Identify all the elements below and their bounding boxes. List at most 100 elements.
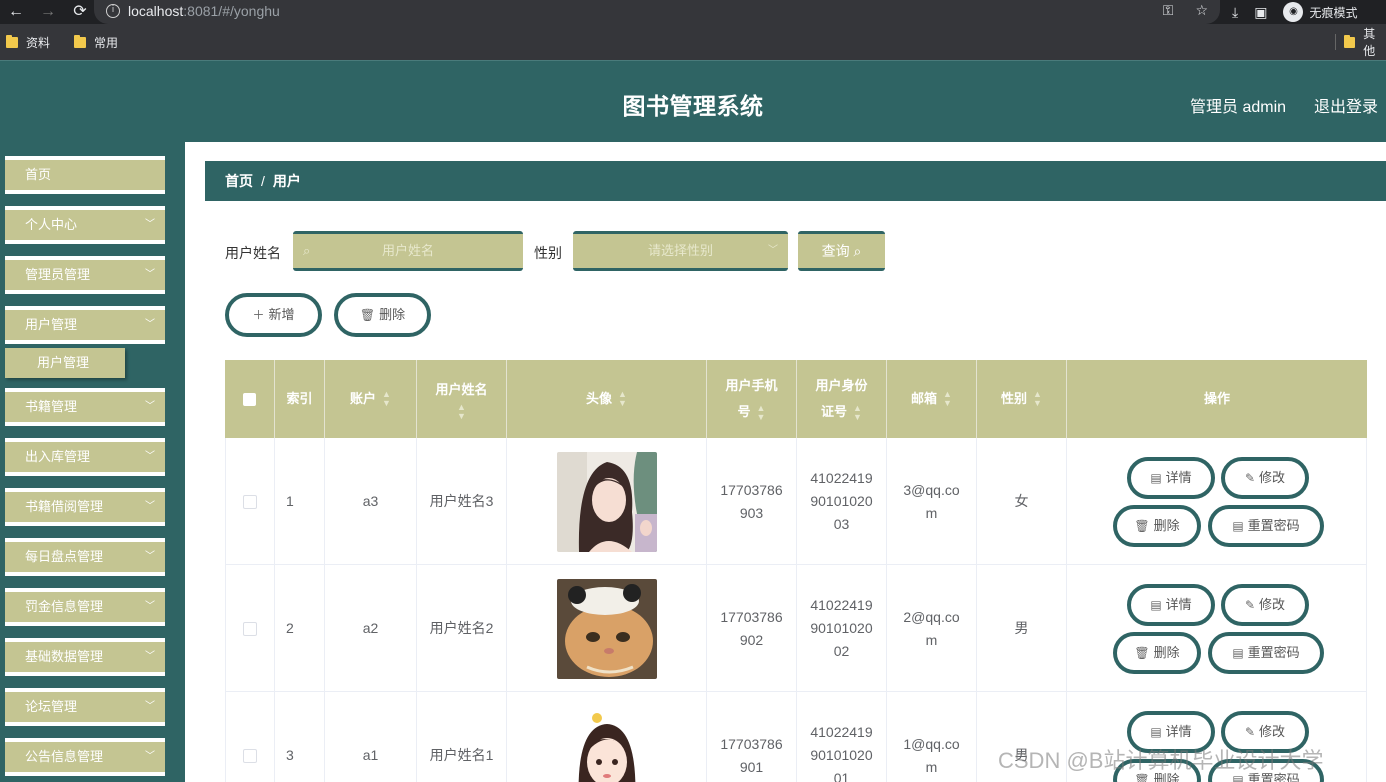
pencil-icon: ✎ <box>1244 598 1256 612</box>
sidebar-item-borrow[interactable]: 书籍借阅管理 ﹀ <box>5 488 165 526</box>
browser-toolbar: ← → ⟳ i localhost :8081/#/yonghu ⚿ ☆ ⤓ ▣… <box>0 0 1386 24</box>
sidebar-item-basedata[interactable]: 基础数据管理 ﹀ <box>5 638 165 676</box>
cell-avatar <box>507 692 707 782</box>
cell-name: 用户姓名1 <box>417 692 507 782</box>
avatar-image <box>556 451 657 552</box>
sort-icon[interactable]: ▲ ▼ <box>853 403 862 422</box>
chevron-down-icon: ﹀ <box>145 401 155 412</box>
breadcrumb-current: 用户 <box>272 173 301 189</box>
other-bookmarks[interactable]: 其他 <box>1335 24 1386 60</box>
sidebar-item-home[interactable]: 首页 <box>5 156 165 194</box>
cell-gender: 男 <box>977 565 1067 692</box>
site-info-icon[interactable]: i <box>106 4 120 18</box>
col-phone[interactable]: 用户手机号 ▲ ▼ <box>707 360 797 438</box>
row-checkbox-cell <box>225 438 275 565</box>
table-header: 索引 账户 ▲ ▼ 用户姓名 ▲ ▼ 头像 ▲ ▼ 用户手机号 ▲ ▼ 用户身份证号 ▲ ▼ 邮箱 ▲… <box>225 360 1367 438</box>
folder-icon <box>74 34 87 48</box>
sort-icon[interactable]: ▲ ▼ <box>382 390 391 408</box>
sidebar-item-users[interactable]: 用户管理 ﹀ <box>5 306 165 344</box>
logout-link[interactable]: 退出登录 <box>1314 93 1378 117</box>
cell-avatar <box>507 565 707 692</box>
url-path: :8081/#/yonghu <box>183 3 280 19</box>
query-button[interactable]: 查询 ⌕ <box>798 231 885 271</box>
batch-delete-button[interactable]: 🗑 删除 <box>334 293 431 337</box>
edit-button[interactable]: ✎ 修改 <box>1221 457 1309 499</box>
document-icon: ▤ <box>1150 471 1162 485</box>
add-button[interactable]: ＋新增 <box>225 293 322 337</box>
bookmark-folder[interactable]: 资料 <box>6 34 50 51</box>
sort-icon[interactable]: ▲ ▼ <box>943 390 952 408</box>
name-search-input[interactable]: ⌕ 用户姓名 <box>293 231 523 271</box>
col-idcard[interactable]: 用户身份证号 ▲ ▼ <box>797 360 887 438</box>
col-gender[interactable]: 性别 ▲ ▼ <box>977 360 1067 438</box>
sidebar-subitem-users[interactable]: 用户管理 <box>5 348 125 378</box>
edit-button[interactable]: ✎ 修改 <box>1221 584 1309 626</box>
chevron-down-icon: ﹀ <box>145 451 155 462</box>
cell-avatar <box>507 438 707 565</box>
chevron-down-icon: ﹀ <box>145 501 155 512</box>
chevron-down-icon: ﹀ <box>768 245 778 256</box>
cell-email: 1@qq.com <box>887 692 977 782</box>
avatar-image <box>556 705 657 782</box>
sort-icon[interactable]: ▲ ▼ <box>1033 390 1042 408</box>
chevron-down-icon: ﹀ <box>145 601 155 612</box>
sort-icon[interactable]: ▲ ▼ <box>457 403 466 421</box>
incognito-icon[interactable]: ◉ <box>1283 2 1304 22</box>
download-icon[interactable]: ⤓ <box>1232 4 1238 21</box>
sidebar-item-forum[interactable]: 论坛管理 ﹀ <box>5 688 165 726</box>
cell-account: a3 <box>325 438 417 565</box>
app-title: 图书管理系统 <box>622 94 764 120</box>
cell-account: a1 <box>325 692 417 782</box>
cell-phone: 17703786903 <box>707 438 797 565</box>
reset-password-button[interactable]: ▤ 重置密码 <box>1208 632 1324 674</box>
col-account[interactable]: 账户 ▲ ▼ <box>325 360 417 438</box>
bookmark-bar: 资料 常用 其他 <box>0 24 1386 60</box>
sidebar-item-admins[interactable]: 管理员管理 ﹀ <box>5 256 165 294</box>
row-checkbox[interactable] <box>243 621 257 636</box>
chevron-up-icon: ﹀ <box>145 319 155 330</box>
row-checkbox[interactable] <box>243 494 257 509</box>
key-icon[interactable]: ⚿ <box>1163 2 1174 19</box>
col-name[interactable]: 用户姓名 ▲ ▼ <box>417 360 507 438</box>
folder-icon <box>6 34 18 48</box>
select-all-checkbox[interactable] <box>243 392 256 406</box>
folder-icon <box>1343 34 1356 48</box>
sidepanel-icon[interactable]: ▣ <box>1254 4 1267 21</box>
sort-icon[interactable]: ▲ ▼ <box>618 390 627 408</box>
detail-button[interactable]: ▤ 详情 <box>1127 584 1215 626</box>
forward-icon[interactable]: → <box>32 0 64 24</box>
cell-phone: 17703786901 <box>707 692 797 782</box>
incognito-label: 无痕模式 <box>1309 5 1358 20</box>
sidebar-item-books[interactable]: 书籍管理 ﹀ <box>5 388 165 426</box>
col-email[interactable]: 邮箱 ▲ ▼ <box>887 360 977 438</box>
sidebar-item-fines[interactable]: 罚金信息管理 ﹀ <box>5 588 165 626</box>
cell-index: 3 <box>275 692 325 782</box>
sidebar-item-profile[interactable]: 个人中心 ﹀ <box>5 206 165 244</box>
breadcrumb-home[interactable]: 首页 <box>225 173 253 189</box>
gender-select[interactable]: 请选择性别 ﹀ <box>573 231 788 271</box>
back-icon[interactable]: ← <box>0 0 32 24</box>
reload-icon[interactable]: ⟳ <box>64 0 96 24</box>
delete-button[interactable]: 🗑 删除 <box>1113 505 1201 547</box>
cell-idcard: 410224199010102003 <box>797 438 887 565</box>
star-icon[interactable]: ☆ <box>1195 2 1208 19</box>
sidebar-item-stock[interactable]: 出入库管理 ﹀ <box>5 438 165 476</box>
detail-button[interactable]: ▤ 详情 <box>1127 457 1215 499</box>
delete-button[interactable]: 🗑 删除 <box>1113 632 1201 674</box>
sidebar-item-notices[interactable]: 公告信息管理 ﹀ <box>5 738 165 776</box>
chevron-down-icon: ﹀ <box>145 651 155 662</box>
bookmark-folder[interactable]: 常用 <box>74 34 118 51</box>
cell-name: 用户姓名2 <box>417 565 507 692</box>
trash-icon: 🗑 <box>1134 519 1150 533</box>
app-header: 图书管理系统 管理员 admin 退出登录 <box>0 60 1386 142</box>
cell-gender: 女 <box>977 438 1067 565</box>
select-all-cell <box>225 360 275 438</box>
cell-actions <box>1067 438 1367 565</box>
sort-icon[interactable]: ▲ ▼ <box>757 403 766 422</box>
address-bar[interactable]: i localhost :8081/#/yonghu ⚿ ☆ <box>94 0 1220 24</box>
col-avatar[interactable]: 头像 ▲ ▼ <box>507 360 707 438</box>
reset-password-button[interactable]: ▤ 重置密码 <box>1208 505 1324 547</box>
sidebar-item-inventory[interactable]: 每日盘点管理 ﹀ <box>5 538 165 576</box>
row-checkbox[interactable] <box>243 748 257 763</box>
divider <box>1335 34 1336 50</box>
